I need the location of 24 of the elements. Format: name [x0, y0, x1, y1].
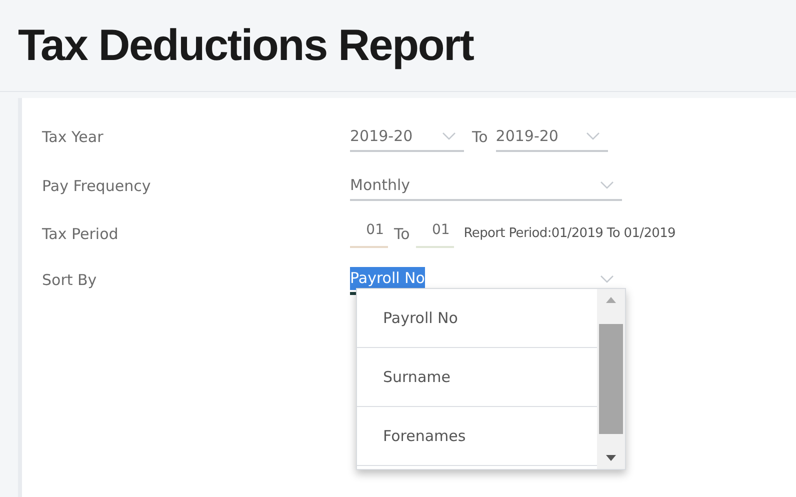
- field-label: Tax Year: [42, 126, 104, 148]
- chevron-down-icon: [442, 132, 456, 140]
- scroll-up-icon[interactable]: [606, 297, 616, 303]
- report-period-text: Report Period:01/2019 To 01/2019: [464, 225, 676, 244]
- year-select[interactable]: 2019-20: [350, 122, 464, 152]
- to-label: To: [472, 126, 488, 148]
- scrollbar[interactable]: [597, 289, 625, 469]
- page-title: Tax Deductions Report: [18, 20, 474, 72]
- scroll-thumb[interactable]: [599, 324, 623, 434]
- dropdown-option[interactable]: Payroll No: [357, 289, 597, 348]
- dropdown-option[interactable]: Surname: [357, 348, 597, 407]
- period-field[interactable]: 01: [350, 220, 388, 248]
- dropdown-option[interactable]: Forenames: [357, 407, 597, 466]
- chevron-down-icon: [600, 181, 614, 189]
- field-label: Tax Period: [42, 224, 120, 245]
- period-field[interactable]: 01: [416, 220, 454, 248]
- scroll-down-icon[interactable]: [606, 455, 616, 461]
- chevron-down-icon: [600, 274, 614, 282]
- field-label: Pay Frequency: [42, 176, 152, 197]
- to-label: To: [394, 224, 410, 245]
- frequency-select[interactable]: Monthly: [350, 171, 622, 201]
- year-select[interactable]: 2019-20: [496, 122, 608, 152]
- field-label: Sort By: [42, 270, 98, 291]
- chevron-down-icon: [586, 132, 600, 140]
